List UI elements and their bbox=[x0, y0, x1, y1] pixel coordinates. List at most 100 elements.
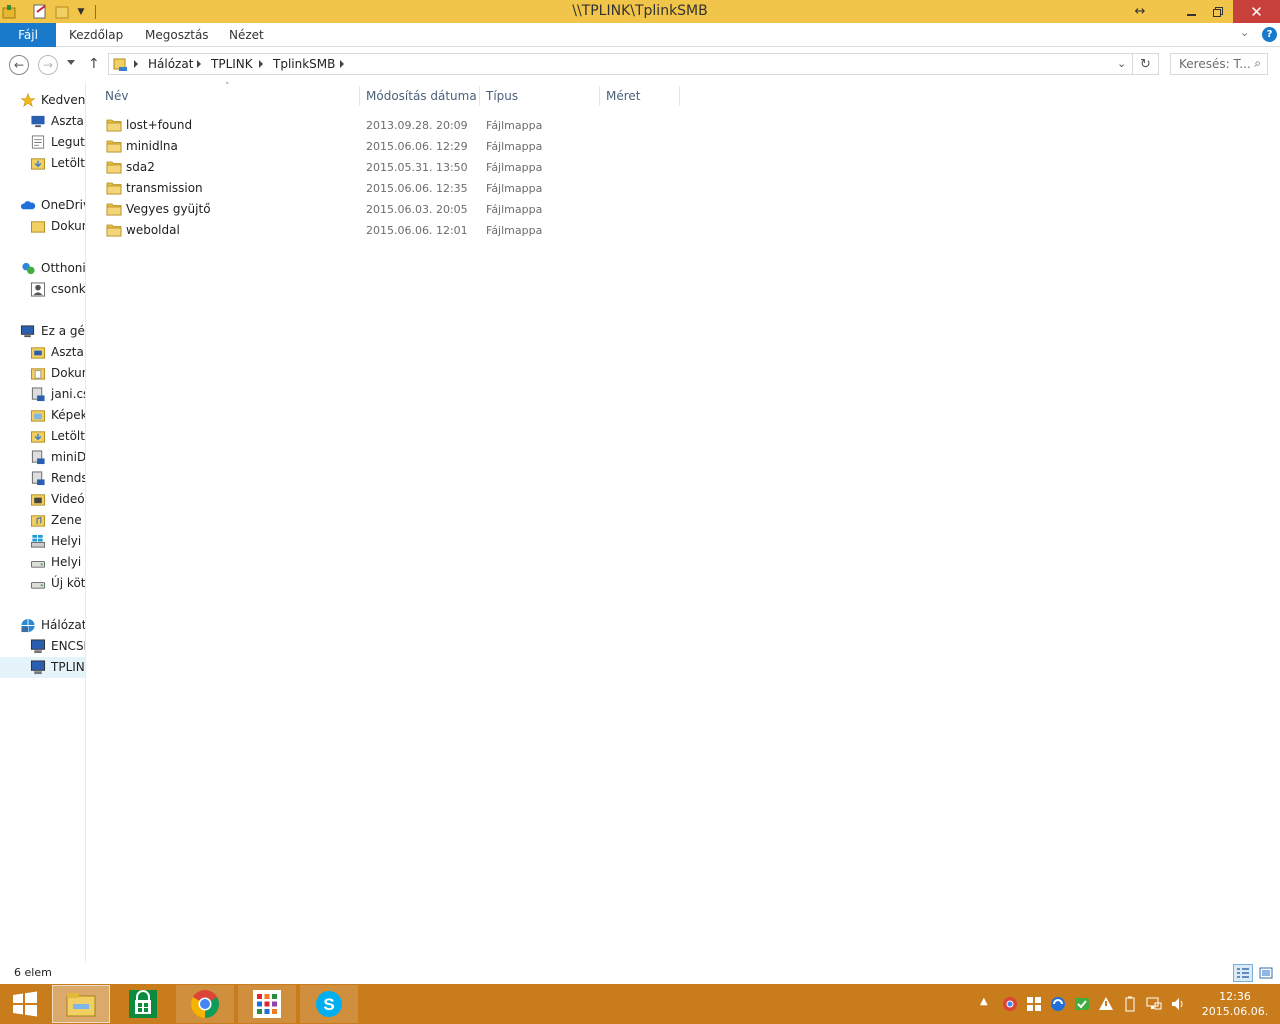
breadcrumb-network[interactable]: Hálózat bbox=[148, 57, 193, 71]
sidebar-item-legutó[interactable]: Legutó bbox=[0, 132, 85, 153]
forward-button[interactable]: → bbox=[38, 55, 58, 75]
sidebar-item-dokun[interactable]: Dokun bbox=[0, 363, 85, 384]
column-divider[interactable] bbox=[679, 86, 680, 106]
sidebar-item-zene[interactable]: Zene bbox=[0, 510, 85, 531]
file-row[interactable]: sda2 2015.05.31. 13:50 Fájlmappa bbox=[100, 157, 560, 178]
system-clock[interactable]: 12:36 2015.06.06. bbox=[1200, 989, 1270, 1019]
navigation-pane: Kedvenc Asztal Legutó Letölté OneDriv Dokun Ot… bbox=[0, 82, 86, 962]
sidebar-item-onedriv[interactable]: OneDriv bbox=[0, 195, 85, 216]
chrome-icon bbox=[191, 990, 219, 1018]
desktop-folder-icon bbox=[30, 347, 46, 359]
show-hidden-icons[interactable]: ▲ bbox=[980, 996, 996, 1012]
sidebar-item-otthoni[interactable]: Otthoni bbox=[0, 258, 86, 279]
security-tray-icon[interactable] bbox=[1074, 996, 1090, 1012]
file-date-modified: 2015.06.03. 20:05 bbox=[366, 203, 468, 216]
sidebar-item-tplink[interactable]: TPLINK bbox=[0, 657, 85, 678]
downloads-folder-icon bbox=[30, 158, 46, 170]
file-row[interactable]: Vegyes gyüjtő 2015.06.03. 20:05 Fájlmappa bbox=[100, 199, 560, 220]
sidebar-item-encsii[interactable]: ENCSII bbox=[0, 636, 85, 657]
sidebar-item-label: Otthoni bbox=[41, 261, 86, 275]
sidebar-item-helyi-l[interactable]: Helyi l bbox=[0, 531, 85, 552]
taskbar-chrome[interactable] bbox=[176, 985, 234, 1023]
search-box[interactable]: Keresés: T... ⌕ bbox=[1170, 53, 1268, 75]
file-row[interactable]: minidlna 2015.06.06. 12:29 Fájlmappa bbox=[100, 136, 560, 157]
restore-button[interactable] bbox=[1206, 0, 1230, 23]
sidebar-item-helyi-l[interactable]: Helyi l bbox=[0, 552, 85, 573]
file-row[interactable]: transmission 2015.06.06. 12:35 Fájlmappa bbox=[100, 178, 560, 199]
sidebar-item-dokun[interactable]: Dokun bbox=[0, 216, 85, 237]
sidebar-item-jani-cs[interactable]: jani.cs bbox=[0, 384, 86, 405]
clock-date: 2015.06.06. bbox=[1201, 1005, 1269, 1018]
address-dropdown-icon[interactable]: ⌄ bbox=[1117, 57, 1126, 70]
sidebar-item-hálózat[interactable]: Hálózat bbox=[0, 615, 85, 636]
sidebar-item-ez-a-gép[interactable]: Ez a gép bbox=[0, 321, 85, 342]
file-name: minidlna bbox=[126, 139, 178, 153]
recent-locations-icon[interactable] bbox=[67, 60, 75, 65]
svg-text:S: S bbox=[323, 995, 334, 1014]
folder-icon bbox=[106, 203, 122, 216]
volume-tray-icon[interactable] bbox=[1170, 996, 1186, 1012]
minimize-button[interactable] bbox=[1180, 0, 1202, 23]
sidebar-item-képek[interactable]: Képek bbox=[0, 405, 85, 426]
column-type[interactable]: Típus bbox=[486, 89, 518, 103]
tab-share[interactable]: Megosztás bbox=[145, 28, 209, 42]
sidebar-item-letölté[interactable]: Letölté bbox=[0, 153, 85, 174]
sync-tray-icon[interactable] bbox=[1050, 996, 1066, 1012]
search-icon[interactable]: ⌕ bbox=[1254, 56, 1261, 71]
column-divider[interactable] bbox=[479, 86, 480, 106]
taskbar-file-explorer[interactable] bbox=[52, 985, 110, 1023]
tab-file[interactable]: Fájl bbox=[0, 23, 56, 47]
sidebar-item-label: ENCSII bbox=[51, 639, 85, 653]
sidebar-item-label: jani.cs bbox=[51, 387, 86, 401]
breadcrumb-tplink[interactable]: TPLINK bbox=[211, 57, 253, 71]
sidebar-item-rends[interactable]: Rends: bbox=[0, 468, 85, 489]
sidebar-item-asztal[interactable]: Asztal bbox=[0, 111, 86, 132]
taskbar-skype[interactable]: S bbox=[300, 985, 358, 1023]
details-view-button[interactable] bbox=[1233, 964, 1253, 982]
help-icon[interactable]: ? bbox=[1262, 27, 1277, 42]
back-button[interactable]: ← bbox=[9, 55, 29, 75]
search-input[interactable]: Keresés: T... bbox=[1179, 57, 1251, 71]
taskbar-apps[interactable] bbox=[238, 985, 296, 1023]
breadcrumb-tplinksmb[interactable]: TplinkSMB bbox=[273, 57, 335, 71]
breadcrumb-separator[interactable] bbox=[340, 60, 344, 68]
file-row[interactable]: lost+found 2013.09.28. 20:09 Fájlmappa bbox=[100, 115, 560, 136]
column-size[interactable]: Méret bbox=[606, 89, 641, 103]
file-list: ˄ Név Módosítás dátuma Típus Méret lost+… bbox=[86, 82, 1280, 962]
column-date-modified[interactable]: Módosítás dátuma bbox=[366, 89, 477, 103]
sidebar-item-minidl[interactable]: miniDl bbox=[0, 447, 85, 468]
sidebar-item-kedvenc[interactable]: Kedvenc bbox=[0, 90, 85, 111]
address-bar[interactable]: Hálózat TPLINK TplinkSMB ⌄ bbox=[108, 53, 1133, 75]
close-button[interactable]: ✕ bbox=[1233, 0, 1280, 23]
windows-tray-icon[interactable] bbox=[1026, 996, 1042, 1012]
sidebar-item-letölté[interactable]: Letölté bbox=[0, 426, 85, 447]
column-divider[interactable] bbox=[359, 86, 360, 106]
breadcrumb-separator[interactable] bbox=[197, 60, 201, 68]
windows-logo-icon bbox=[13, 991, 37, 1017]
resize-arrows-icon[interactable]: ↔ bbox=[1130, 0, 1150, 23]
start-button[interactable] bbox=[0, 985, 50, 1023]
battery-tray-icon[interactable] bbox=[1122, 996, 1138, 1012]
breadcrumb-separator[interactable] bbox=[259, 60, 263, 68]
file-row[interactable]: weboldal 2015.06.06. 12:01 Fájlmappa bbox=[100, 220, 560, 241]
network-tray-icon[interactable] bbox=[1146, 996, 1162, 1012]
sidebar-item-asztal[interactable]: Asztal bbox=[0, 342, 85, 363]
star-icon bbox=[20, 93, 36, 107]
column-divider[interactable] bbox=[599, 86, 600, 106]
sidebar-item-label: Asztal bbox=[51, 114, 86, 128]
column-name[interactable]: Név bbox=[105, 89, 128, 103]
tab-view[interactable]: Nézet bbox=[229, 28, 264, 42]
up-arrow-icon[interactable]: ↑ bbox=[88, 56, 100, 72]
expand-ribbon-icon[interactable]: ⌄ bbox=[1240, 26, 1254, 42]
refresh-button[interactable]: ↻ bbox=[1133, 53, 1159, 75]
action-center-icon[interactable] bbox=[1098, 996, 1114, 1012]
sidebar-item-új-köte[interactable]: Új köte bbox=[0, 573, 85, 594]
chrome-tray-icon[interactable] bbox=[1002, 996, 1018, 1012]
breadcrumb-separator[interactable] bbox=[134, 60, 138, 68]
tab-home[interactable]: Kezdőlap bbox=[69, 28, 123, 42]
large-icons-view-button[interactable] bbox=[1256, 964, 1276, 982]
sidebar-item-csonka[interactable]: csonka bbox=[0, 279, 85, 300]
taskbar-store[interactable] bbox=[114, 985, 172, 1023]
sidebar-item-videók[interactable]: Videók bbox=[0, 489, 85, 510]
documents-folder-icon bbox=[30, 368, 46, 380]
